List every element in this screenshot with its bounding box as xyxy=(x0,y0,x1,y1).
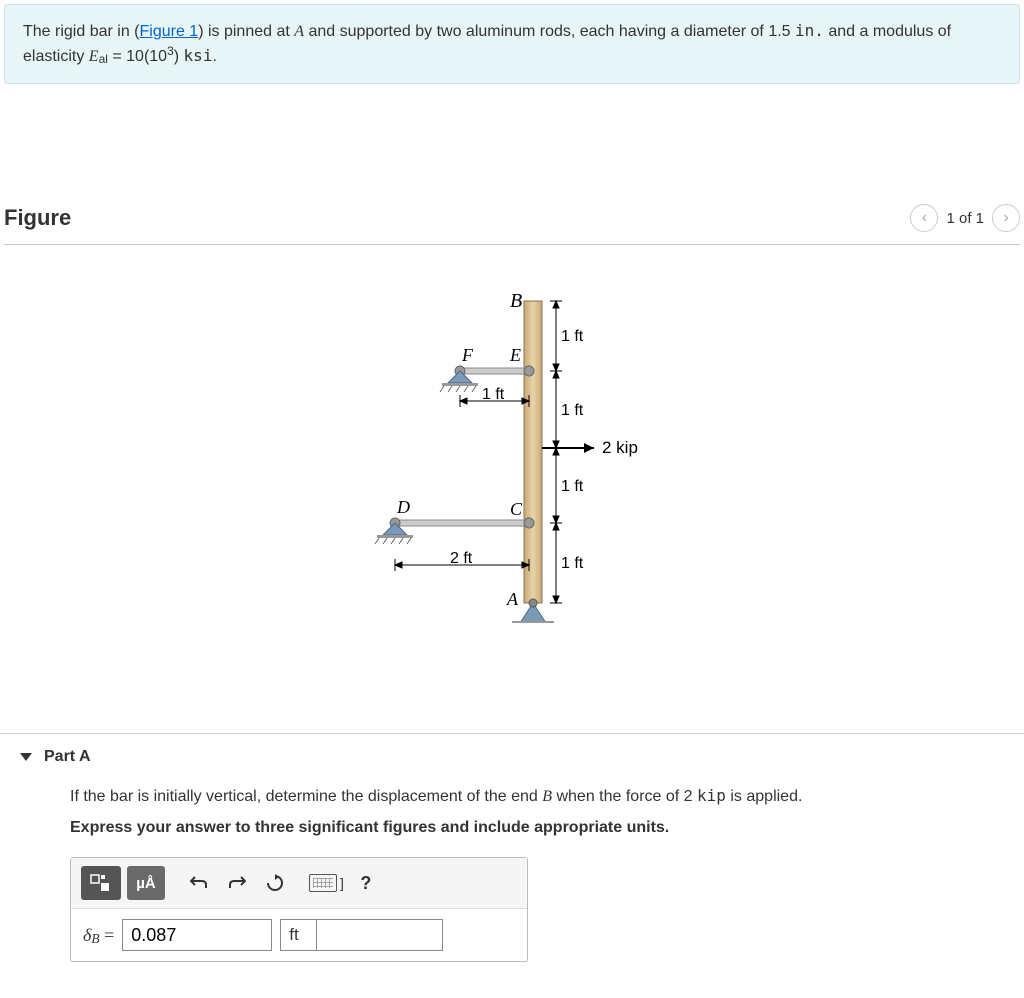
unit-value: ft xyxy=(281,920,317,950)
figure-header: Figure ‹ 1 of 1 › xyxy=(4,204,1020,245)
dim-1ft-4: 1 ft xyxy=(561,555,584,572)
problem-statement: The rigid bar in (Figure 1) is pinned at… xyxy=(4,4,1020,84)
keyboard-button[interactable]: ] xyxy=(309,868,344,898)
collapse-icon xyxy=(20,753,32,761)
label-F: F xyxy=(461,345,474,365)
label-C: C xyxy=(510,499,523,519)
redo-button[interactable] xyxy=(221,868,253,898)
figure-svg: B F E D C A 1 ft 1 ft 1 ft 1 ft 1 ft 2 f… xyxy=(342,283,682,623)
figure-next-button[interactable]: › xyxy=(992,204,1020,232)
undo-button[interactable] xyxy=(183,868,215,898)
figure-title: Figure xyxy=(4,205,71,231)
part-a-header[interactable]: Part A xyxy=(20,748,1020,766)
load-label: 2 kip xyxy=(602,438,638,457)
answer-toolbar: µÅ ] ? xyxy=(71,858,527,909)
dim-1ft-FE: 1 ft xyxy=(482,386,505,403)
dim-1ft-top: 1 ft xyxy=(561,328,584,345)
dim-2ft-DC: 2 ft xyxy=(450,550,473,567)
label-A: A xyxy=(506,589,519,609)
dim-1ft-2: 1 ft xyxy=(561,402,584,419)
figure-prev-button[interactable]: ‹ xyxy=(910,204,938,232)
part-a-title: Part A xyxy=(44,748,91,766)
answer-box: µÅ ] ? xyxy=(70,857,528,962)
answer-value-input[interactable] xyxy=(122,919,272,951)
figure-link[interactable]: Figure 1 xyxy=(140,23,199,40)
units-button[interactable]: µÅ xyxy=(127,866,165,900)
problem-text: The rigid bar in ( xyxy=(23,23,140,40)
keyboard-icon xyxy=(309,874,337,892)
part-a-question: If the bar is initially vertical, determ… xyxy=(70,784,1020,809)
help-button[interactable]: ? xyxy=(350,868,382,898)
unit-blank[interactable] xyxy=(317,920,442,950)
answer-symbol: δB = xyxy=(83,925,114,946)
figure-image: B F E D C A 1 ft 1 ft 1 ft 1 ft 1 ft 2 f… xyxy=(4,253,1020,633)
figure-section: Figure ‹ 1 of 1 › xyxy=(0,204,1024,633)
unit-input-wrap[interactable]: ft xyxy=(280,919,443,951)
part-a-instruction: Express your answer to three significant… xyxy=(70,819,1020,837)
template-button[interactable] xyxy=(81,866,121,900)
figure-counter: 1 of 1 xyxy=(946,210,984,227)
answer-row: δB = ft xyxy=(71,909,527,961)
figure-nav: ‹ 1 of 1 › xyxy=(910,204,1020,232)
reset-button[interactable] xyxy=(259,868,291,898)
label-B: B xyxy=(510,290,522,312)
label-D: D xyxy=(396,497,410,517)
part-a-section: Part A If the bar is initially vertical,… xyxy=(0,733,1024,962)
dim-1ft-3: 1 ft xyxy=(561,478,584,495)
label-E: E xyxy=(509,345,521,365)
part-a-body: If the bar is initially vertical, determ… xyxy=(30,784,1020,962)
